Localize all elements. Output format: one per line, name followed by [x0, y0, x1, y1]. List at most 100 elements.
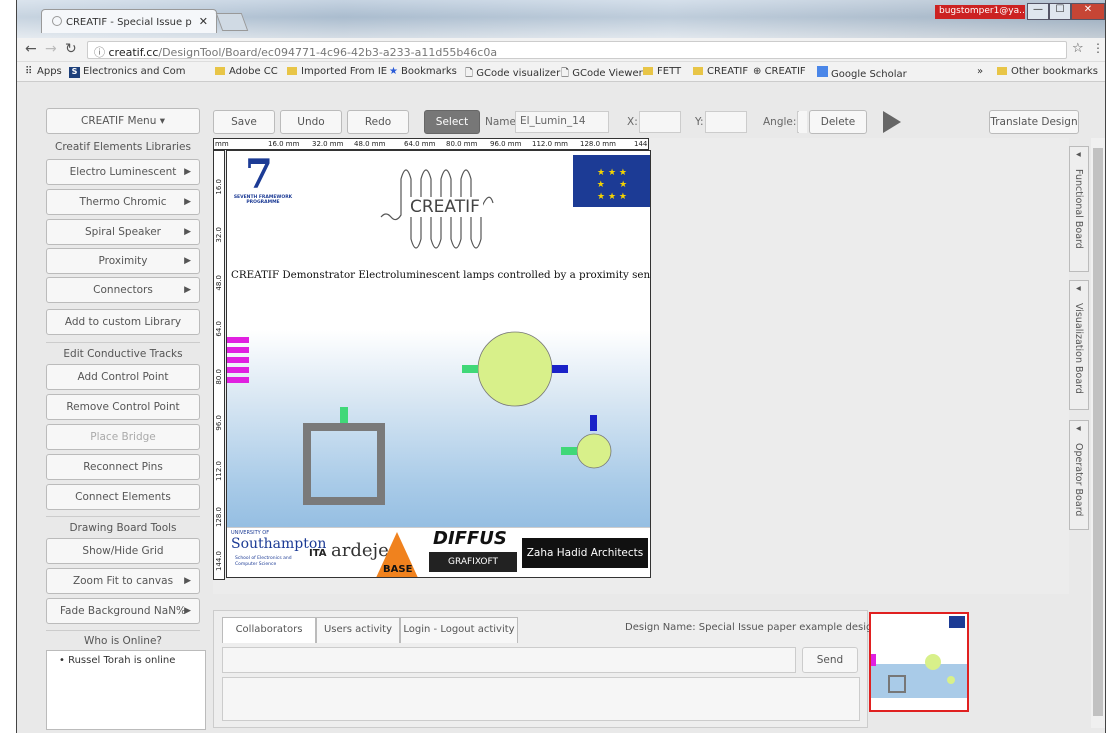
connector-pin: [227, 347, 249, 353]
translate-design-button[interactable]: Translate Design ▾: [989, 110, 1079, 150]
y-input[interactable]: [705, 111, 747, 133]
board-elements[interactable]: [227, 151, 651, 578]
address-bar-row: ← → ↻ ⓘ creatif.cc/DesignTool/Board/ec09…: [17, 38, 1105, 62]
reload-icon[interactable]: ↻: [65, 41, 77, 57]
bookmark-imported[interactable]: Imported From IE: [287, 66, 387, 77]
kebab-menu-icon[interactable]: ⋮: [1092, 41, 1104, 55]
el-lamp-small: [576, 433, 612, 469]
profile-badge[interactable]: bugstomper1@ya...: [935, 5, 1025, 19]
url-field[interactable]: ⓘ creatif.cc/DesignTool/Board/ec094771-4…: [87, 41, 1067, 59]
connector-pin: [227, 357, 249, 363]
tab-users-activity[interactable]: Users activity: [316, 617, 400, 643]
chevron-right-icon: ▶: [184, 227, 191, 237]
chat-input[interactable]: [222, 647, 796, 673]
redo-button[interactable]: Redo: [347, 110, 409, 134]
online-users-list: • Russel Torah is online: [46, 650, 206, 730]
tab-visualization-board[interactable]: ◂ Visualization Board: [1069, 280, 1089, 410]
chevron-right-icon: ▶: [184, 167, 191, 177]
url-path: /DesignTool/Board/ec094771-4c96-42b3-a23…: [158, 46, 498, 59]
chevron-right-icon: ▶: [184, 285, 191, 295]
bookmark-creatif-folder[interactable]: CREATIF: [693, 66, 748, 77]
vertical-ruler: 16.0 32.0 48.0 64.0 80.0 96.0 112.0 128.…: [213, 150, 225, 580]
bookmark-overflow[interactable]: »: [977, 66, 983, 77]
star-icon[interactable]: ☆: [1072, 41, 1084, 56]
bookmark-electronics[interactable]: S Electronics and Com: [69, 66, 186, 78]
tab-functional-board[interactable]: ◂ Functional Board: [1069, 146, 1089, 272]
bookmark-bookmarks[interactable]: ★ Bookmarks: [389, 66, 457, 77]
add-control-point-button[interactable]: Add Control Point: [46, 364, 200, 390]
place-bridge-button[interactable]: Place Bridge: [46, 424, 200, 450]
fade-background-button[interactable]: Fade Background NaN% ▶: [46, 598, 200, 624]
proximity-sensor: [303, 423, 385, 505]
tab-operator-board[interactable]: ◂ Operator Board: [1069, 420, 1089, 530]
bookmark-adobe[interactable]: Adobe CC: [215, 66, 278, 77]
bookmark-apps[interactable]: Apps: [37, 66, 62, 77]
drawing-board[interactable]: 7 SEVENTH FRAMEWORK PROGRAMME CREATIF ★ …: [226, 150, 651, 578]
pin-green: [340, 407, 348, 423]
show-hide-grid-button[interactable]: Show/Hide Grid: [46, 538, 200, 564]
tab-login-logout[interactable]: Login - Logout activity: [400, 617, 518, 643]
remove-control-point-button[interactable]: Remove Control Point: [46, 394, 200, 420]
connector-pin: [227, 367, 249, 373]
title-bar: CREATIF - Special Issue p ✕ bugstomper1@…: [17, 0, 1105, 38]
board-tools-title: Drawing Board Tools: [69, 522, 177, 534]
design-tool-app: CREATIF Menu ▾ Creatif Elements Librarie…: [17, 82, 1105, 733]
left-sidebar: CREATIF Menu ▾ Creatif Elements Librarie…: [24, 82, 206, 733]
chevron-right-icon: ▶: [184, 576, 191, 586]
save-button[interactable]: Save: [213, 110, 275, 134]
sponsor-logos: UNIVERSITY OF Southampton School of Elec…: [227, 527, 650, 577]
chevron-left-icon: ◂: [1076, 149, 1081, 160]
select-button[interactable]: Select: [424, 110, 480, 134]
bookmark-creatif[interactable]: ⊕ CREATIF: [753, 66, 806, 77]
tab-title: CREATIF - Special Issue p: [66, 17, 192, 28]
bookmark-other[interactable]: Other bookmarks: [997, 66, 1098, 77]
chevron-right-icon: ▶: [184, 256, 191, 266]
maximize-icon[interactable]: ☐: [1049, 3, 1071, 20]
x-label: X:: [627, 116, 638, 128]
library-spiral-speaker[interactable]: Spiral Speaker ▶: [46, 219, 200, 245]
library-electro-luminescent[interactable]: Electro Luminescent ▶: [46, 159, 200, 185]
forward-icon[interactable]: →: [45, 41, 57, 57]
page-scrollbar[interactable]: [1091, 138, 1105, 728]
creatif-menu-button[interactable]: CREATIF Menu ▾: [46, 108, 200, 134]
chevron-right-icon: ▶: [184, 197, 191, 207]
delete-button[interactable]: Delete: [809, 110, 867, 134]
connector-pin: [227, 337, 249, 343]
name-input[interactable]: El_Lumin_14: [515, 111, 609, 133]
connector-pin: [227, 377, 249, 383]
angle-label: Angle:: [763, 116, 797, 128]
send-button[interactable]: Send: [802, 647, 858, 673]
browser-window: CREATIF - Special Issue p ✕ bugstomper1@…: [16, 0, 1106, 733]
minimize-icon[interactable]: —: [1027, 3, 1049, 20]
design-name: Design Name: Special Issue paper example…: [625, 622, 895, 633]
tab-collaborators-chat[interactable]: Collaborators Chat: [222, 617, 316, 659]
tracks-title: Edit Conductive Tracks: [63, 348, 183, 360]
bookmark-gcode-viewer[interactable]: 🗋 GCode Viewer: [561, 66, 643, 83]
horizontal-ruler: mm 16.0 mm 32.0 mm 48.0 mm 64.0 mm 80.0 …: [213, 138, 649, 150]
x-input[interactable]: [639, 111, 681, 133]
canvas-area[interactable]: mm 16.0 mm 32.0 mm 48.0 mm 64.0 mm 80.0 …: [213, 138, 1073, 594]
library-connectors[interactable]: Connectors ▶: [46, 277, 200, 303]
connect-elements-button[interactable]: Connect Elements: [46, 484, 200, 510]
online-user: Russel Torah is online: [68, 655, 176, 666]
close-tab-icon[interactable]: ✕: [199, 15, 208, 28]
bookmarks-bar: ⠿ Apps S Electronics and Com Adobe CC Imp…: [17, 62, 1105, 82]
library-thermo-chromic[interactable]: Thermo Chromic ▶: [46, 189, 200, 215]
add-custom-library-button[interactable]: Add to custom Library: [46, 309, 200, 335]
bookmark-fett[interactable]: FETT: [643, 66, 681, 77]
bookmark-gcode-visualizer[interactable]: 🗋 GCode visualizer: [465, 66, 560, 83]
undo-button[interactable]: Undo: [280, 110, 342, 134]
zoom-fit-button[interactable]: Zoom Fit to canvas ▶: [46, 568, 200, 594]
pin-green: [462, 365, 478, 373]
right-board-tabs: ◂ Functional Board ◂ Visualization Board ◂…: [1069, 138, 1089, 598]
design-toolbar: Save Undo Redo Select Name: El_Lumin_14 …: [213, 110, 1081, 150]
board-thumbnail[interactable]: [869, 612, 969, 712]
library-proximity[interactable]: Proximity ▶: [46, 248, 200, 274]
reconnect-pins-button[interactable]: Reconnect Pins: [46, 454, 200, 480]
play-icon[interactable]: [883, 111, 901, 133]
apps-icon[interactable]: ⠿: [25, 66, 32, 77]
browser-tab[interactable]: CREATIF - Special Issue p ✕: [41, 9, 217, 33]
close-window-icon[interactable]: ✕: [1071, 3, 1105, 20]
back-icon[interactable]: ←: [25, 41, 37, 57]
bookmark-google-scholar[interactable]: Google Scholar: [817, 66, 907, 80]
